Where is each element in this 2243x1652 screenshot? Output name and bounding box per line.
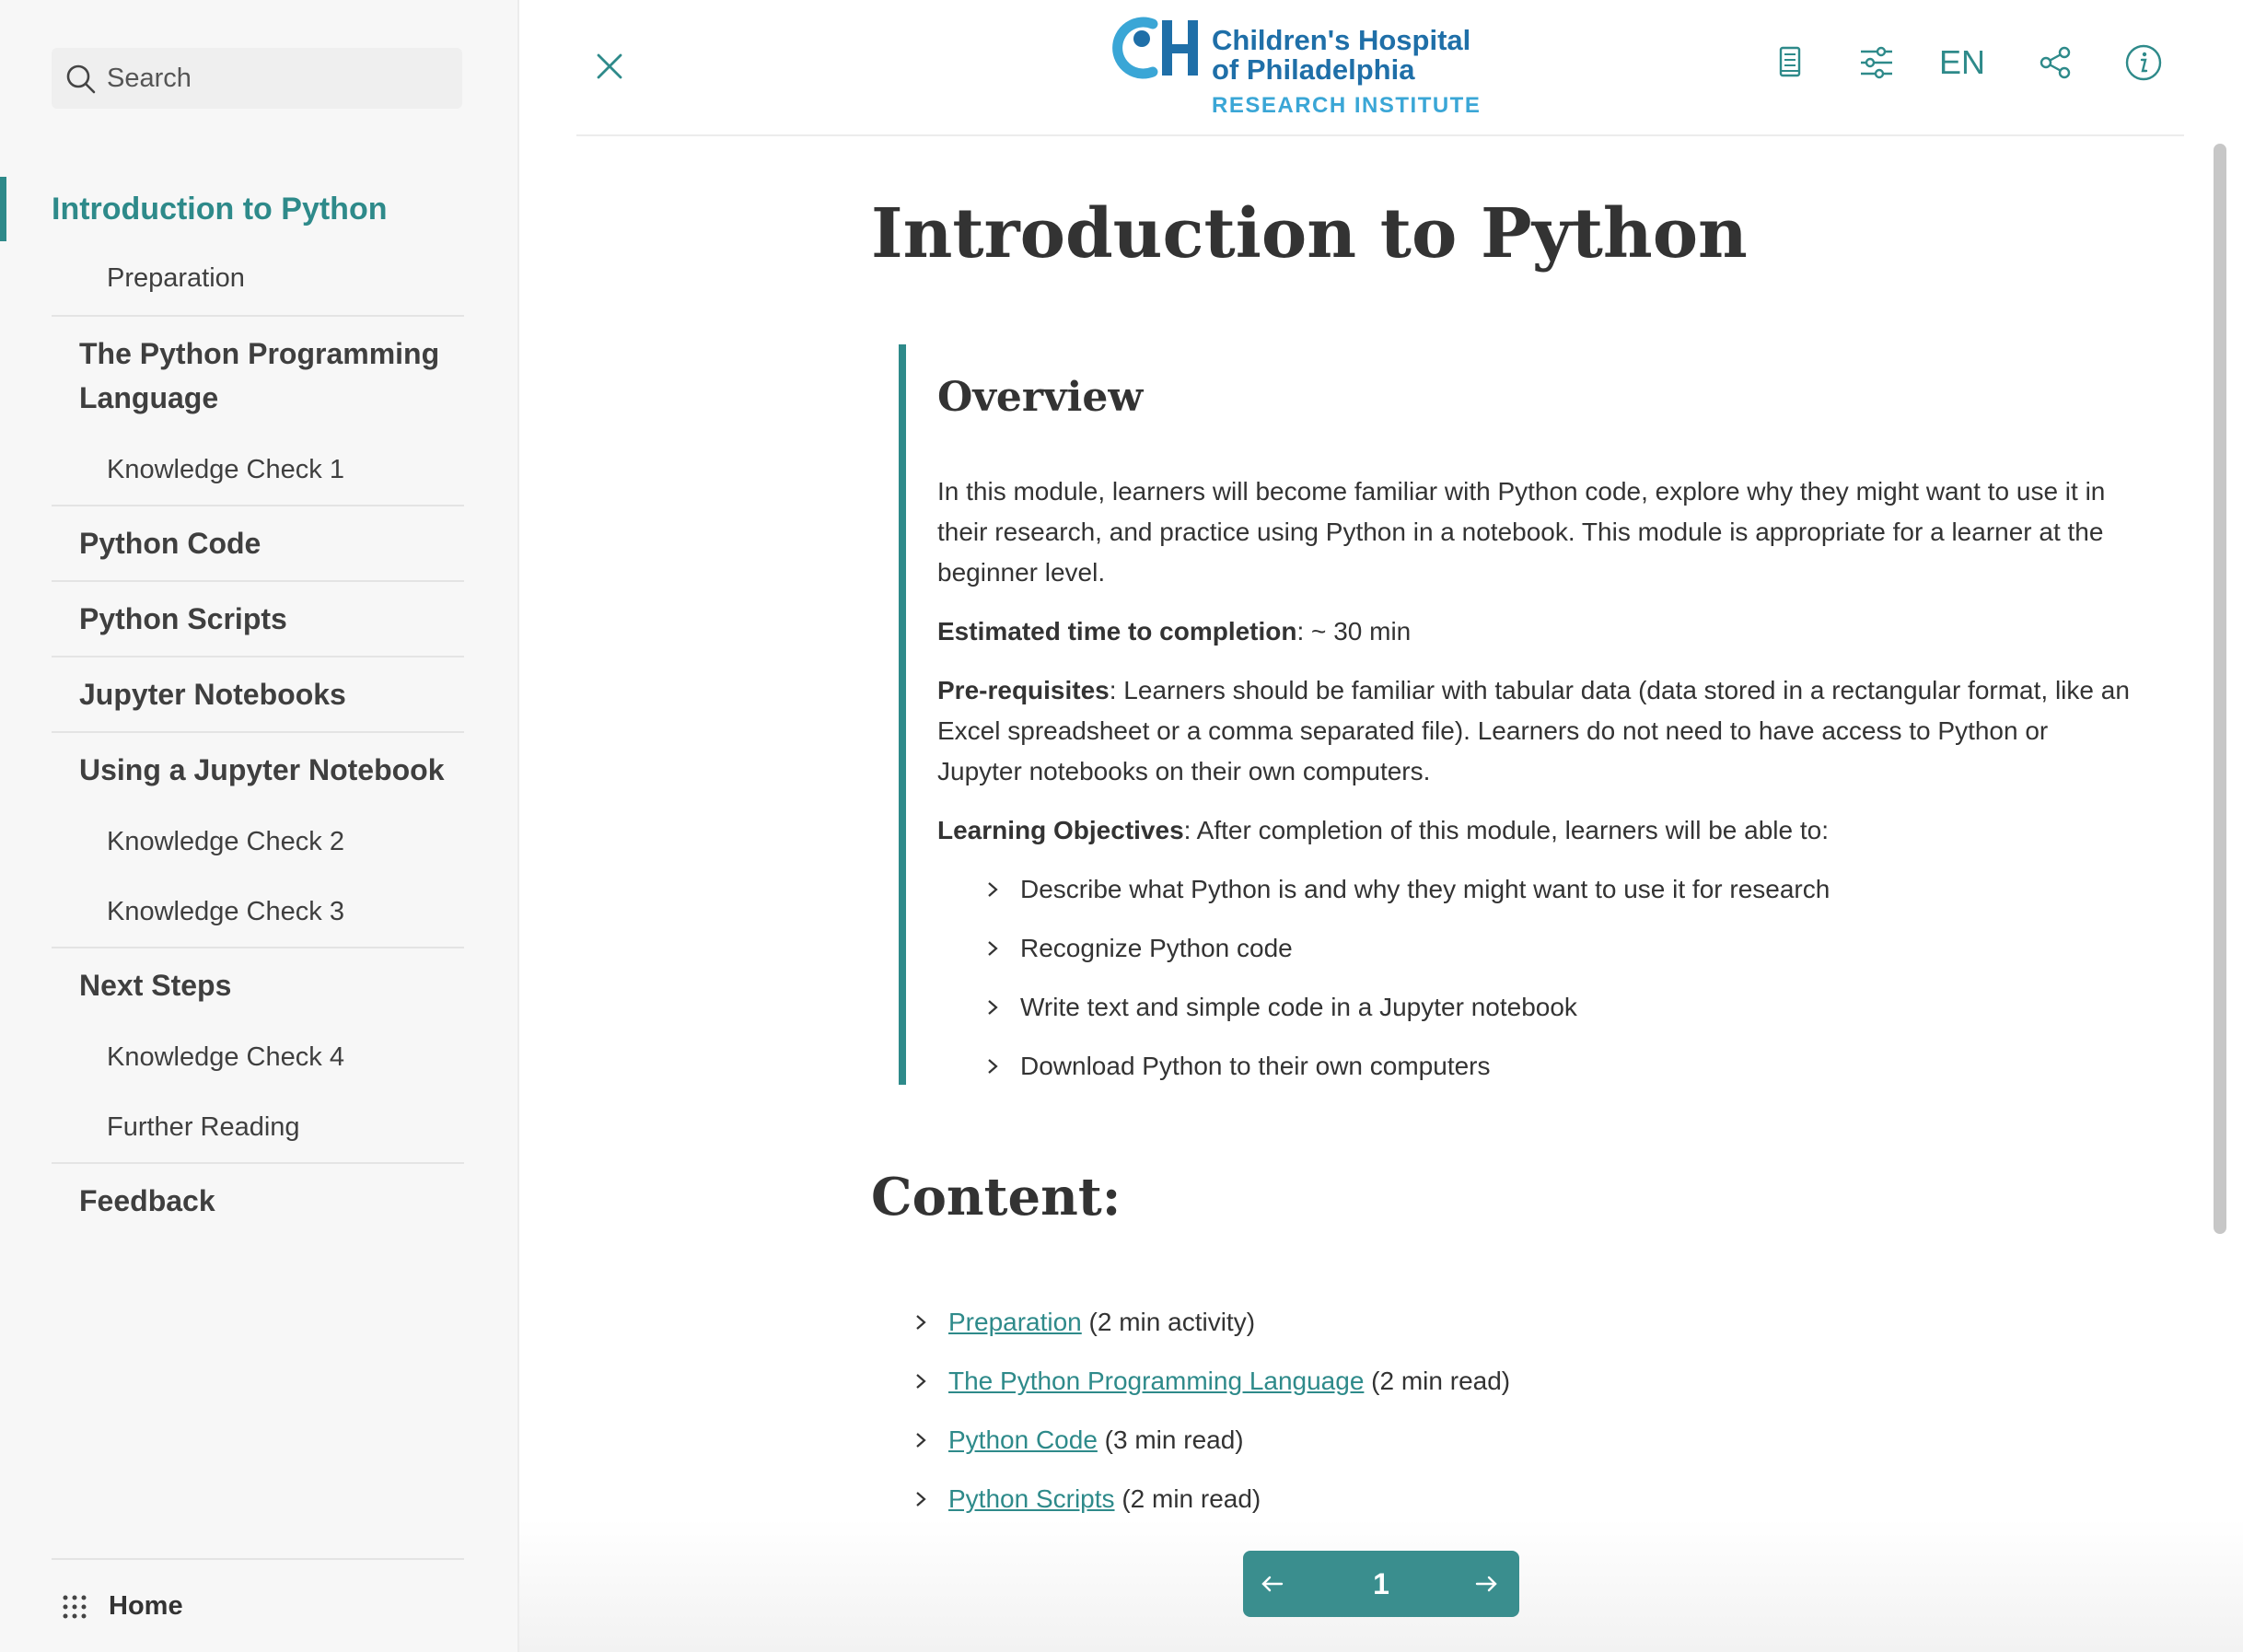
scrollbar-thumb[interactable] — [2214, 144, 2226, 1234]
content-link-python-scripts[interactable]: Python Scripts — [948, 1484, 1115, 1513]
list-item: Recognize Python code — [983, 928, 1830, 987]
info-button[interactable] — [2123, 42, 2164, 83]
toc-item-next-steps[interactable]: Next Steps — [52, 947, 464, 1022]
chevron-right-icon — [916, 1492, 926, 1507]
overview-intro: In this module, learners will become fam… — [937, 477, 2106, 587]
objective-text: Recognize Python code — [1020, 934, 1293, 962]
close-icon — [597, 53, 622, 79]
objective-text: Write text and simple code in a Jupyter … — [1020, 993, 1577, 1021]
objective-text: Download Python to their own computers — [1020, 1052, 1491, 1080]
book-button[interactable] — [1770, 42, 1810, 83]
content-link-preparation[interactable]: Preparation — [948, 1308, 1082, 1336]
arrow-right-icon — [1475, 1576, 1497, 1592]
overview-heading: Overview — [937, 374, 1144, 421]
close-button[interactable] — [593, 50, 626, 83]
content-link-python-code[interactable]: Python Code — [948, 1425, 1098, 1454]
toc-item-further-reading[interactable]: Further Reading — [52, 1092, 464, 1162]
main-content: Introduction to Python Overview In this … — [576, 136, 2184, 1518]
chevron-right-icon — [916, 1315, 926, 1330]
prerequisites-label: Pre-requisites — [937, 676, 1110, 704]
settings-button[interactable] — [1856, 42, 1897, 83]
toc-item-using-a-jupyter-notebook[interactable]: Using a Jupyter Notebook — [52, 731, 464, 807]
toc-title-introduction-to-python[interactable]: Introduction to Python — [52, 177, 464, 241]
chop-research-institute-logo: Children's Hospital of Philadelphia RESE… — [1110, 7, 1497, 122]
next-page-button[interactable] — [1470, 1567, 1503, 1600]
content-link-python-programming-language[interactable]: The Python Programming Language — [948, 1367, 1364, 1395]
prerequisites-value: : Learners should be familiar with tabul… — [937, 676, 2130, 785]
content-note: (3 min read) — [1104, 1425, 1244, 1454]
content-note: (2 min activity) — [1088, 1308, 1256, 1336]
chevron-right-icon — [916, 1433, 926, 1448]
list-item: Preparation (2 min activity) — [912, 1302, 1510, 1361]
overview-callout: Overview In this module, learners will b… — [899, 344, 2149, 1085]
language-selector[interactable]: EN — [1939, 41, 1985, 85]
toc-item-feedback[interactable]: Feedback — [52, 1162, 464, 1238]
chevron-right-icon — [988, 941, 998, 956]
content-note: (2 min read) — [1371, 1367, 1511, 1395]
toc-item-jupyter-notebooks[interactable]: Jupyter Notebooks — [52, 656, 464, 731]
arrow-left-icon — [1261, 1576, 1284, 1592]
prerequisites: Pre-requisites: Learners should be famil… — [937, 670, 2134, 792]
list-item: Python Code (3 min read) — [912, 1420, 1510, 1479]
objective-text: Describe what Python is and why they mig… — [1020, 875, 1830, 903]
chevron-right-icon — [988, 882, 998, 897]
toc-item-knowledge-check-3[interactable]: Knowledge Check 3 — [52, 877, 464, 947]
toc-item-knowledge-check-4[interactable]: Knowledge Check 4 — [52, 1022, 464, 1092]
list-item: The Python Programming Language (2 min r… — [912, 1361, 1510, 1420]
estimated-time-value: : ~ 30 min — [1296, 617, 1412, 646]
chevron-right-icon — [916, 1374, 926, 1389]
sidebar: Introduction to Python Preparation The P… — [0, 0, 519, 1652]
page-number: 1 — [1373, 1567, 1389, 1600]
content-heading: Content: — [871, 1167, 1122, 1227]
list-item: Python Scripts (2 min read) — [912, 1479, 1510, 1518]
chevron-right-icon — [988, 1000, 998, 1015]
share-button[interactable] — [2035, 42, 2075, 83]
objectives-list: Describe what Python is and why they mig… — [983, 869, 1830, 1105]
search-box[interactable] — [52, 48, 462, 109]
page-title: Introduction to Python — [871, 194, 1748, 273]
home-label: Home — [109, 1591, 183, 1621]
active-indicator — [0, 177, 6, 241]
list-item: Write text and simple code in a Jupyter … — [983, 987, 1830, 1046]
toc-item-preparation[interactable]: Preparation — [52, 241, 464, 315]
table-of-contents: Introduction to Python Preparation The P… — [52, 177, 464, 1238]
page-navigator: 1 — [1243, 1551, 1519, 1617]
estimated-time-label: Estimated time to completion — [937, 617, 1297, 646]
learning-objectives-value: : After completion of this module, learn… — [1183, 816, 1829, 844]
content-note: (2 min read) — [1122, 1484, 1261, 1513]
toc-item-knowledge-check-1[interactable]: Knowledge Check 1 — [52, 435, 464, 505]
toc-item-python-programming-language[interactable]: The Python Programming Language — [52, 315, 464, 435]
toc-item-knowledge-check-2[interactable]: Knowledge Check 2 — [52, 807, 464, 877]
logo-text-line1: Children's Hospital — [1212, 24, 1471, 56]
info-icon — [2125, 44, 2162, 81]
list-item: Download Python to their own computers — [983, 1046, 1830, 1105]
previous-page-button[interactable] — [1256, 1567, 1289, 1600]
search-input[interactable] — [107, 48, 447, 109]
book-icon — [1779, 46, 1801, 77]
search-icon — [66, 64, 96, 94]
logo-text-line3: RESEARCH INSTITUTE — [1212, 93, 1482, 118]
chevron-right-icon — [988, 1059, 998, 1074]
grid-icon — [63, 1595, 87, 1619]
sidebar-divider — [52, 1558, 464, 1560]
logo-text-line2: of Philadelphia — [1212, 53, 1415, 86]
learning-objectives-label: Learning Objectives — [937, 816, 1184, 844]
learning-objectives: Learning Objectives: After completion of… — [937, 810, 2134, 851]
content-list: Preparation (2 min activity) The Python … — [912, 1302, 1510, 1518]
list-item: Describe what Python is and why they mig… — [983, 869, 1830, 928]
chop-logo-mark-icon — [1112, 17, 1198, 79]
settings-sliders-icon — [1861, 46, 1892, 79]
toc-item-python-scripts[interactable]: Python Scripts — [52, 580, 464, 656]
toc-item-python-code[interactable]: Python Code — [52, 505, 464, 580]
estimated-time: Estimated time to completion: ~ 30 min — [937, 611, 2134, 652]
share-icon — [2040, 46, 2071, 79]
